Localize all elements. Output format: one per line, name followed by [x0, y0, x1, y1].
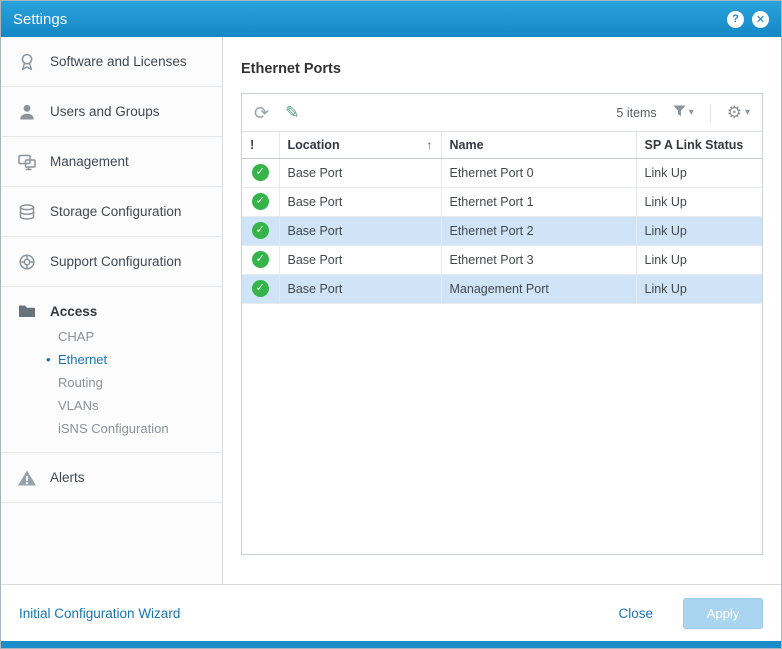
status-ok-icon: ✓: [252, 280, 269, 297]
sort-ascending-icon: ↑: [427, 138, 433, 152]
table-toolbar: ⟳ ✎ 5 items ▾ ⚙ ▾: [242, 94, 762, 132]
sidebar-access-group: Access CHAP • Ethernet Routing VLANs iSN…: [1, 287, 222, 453]
window-bottom-edge: [1, 641, 781, 648]
column-header-status[interactable]: !: [242, 132, 279, 158]
sidebar-item-label: Users and Groups: [50, 104, 160, 119]
column-header-link-status[interactable]: SP A Link Status: [636, 132, 762, 158]
sidebar-item-alerts[interactable]: Alerts: [1, 453, 222, 503]
column-header-label: !: [250, 138, 254, 152]
sidebar-subitem-vlans[interactable]: VLANs: [1, 394, 222, 417]
chevron-down-icon: ▾: [745, 107, 750, 118]
ethernet-ports-table: ! Location ↑ Name: [242, 132, 762, 304]
cell-name: Ethernet Port 2: [441, 216, 636, 245]
monitors-icon: [17, 152, 37, 172]
sidebar-item-label: Software and Licenses: [50, 54, 187, 69]
cell-name: Ethernet Port 1: [441, 187, 636, 216]
filter-dropdown[interactable]: ▾: [673, 104, 694, 122]
ethernet-ports-panel: ⟳ ✎ 5 items ▾ ⚙ ▾: [241, 93, 763, 555]
gear-icon: ⚙: [727, 104, 742, 121]
table-row[interactable]: ✓ Base Port Ethernet Port 2 Link Up: [242, 216, 762, 245]
column-header-label: Location: [288, 138, 340, 152]
sidebar-subitem-label: Routing: [58, 375, 103, 390]
sidebar-item-label: Access: [50, 304, 97, 319]
settings-dropdown[interactable]: ⚙ ▾: [727, 104, 750, 121]
table-row[interactable]: ✓ Base Port Ethernet Port 3 Link Up: [242, 245, 762, 274]
filter-icon: [673, 104, 686, 122]
sidebar-item-access[interactable]: Access: [1, 297, 222, 325]
column-header-location[interactable]: Location ↑: [279, 132, 441, 158]
sidebar-item-users-and-groups[interactable]: Users and Groups: [1, 87, 222, 137]
cell-link-status: Link Up: [636, 274, 762, 303]
cell-location: Base Port: [279, 216, 441, 245]
status-ok-icon: ✓: [252, 164, 269, 181]
chevron-down-icon: ▾: [689, 107, 694, 118]
sidebar-item-label: Management: [50, 154, 129, 169]
items-count: 5 items: [616, 106, 656, 120]
sidebar-subitem-chap[interactable]: CHAP: [1, 325, 222, 348]
close-icon[interactable]: ✕: [752, 11, 769, 28]
settings-window: Settings ? ✕ Software and Licenses Users…: [0, 0, 782, 649]
cell-link-status: Link Up: [636, 245, 762, 274]
cell-name: Ethernet Port 3: [441, 245, 636, 274]
sidebar-subitem-label: iSNS Configuration: [58, 421, 169, 436]
cell-name: Management Port: [441, 274, 636, 303]
cell-location: Base Port: [279, 158, 441, 187]
storage-disks-icon: [17, 202, 37, 222]
page-title: Ethernet Ports: [241, 61, 763, 77]
cell-location: Base Port: [279, 274, 441, 303]
footer: Initial Configuration Wizard Close Apply: [1, 584, 781, 641]
alert-triangle-icon: [17, 468, 37, 488]
status-ok-icon: ✓: [252, 251, 269, 268]
sidebar-subitem-label: VLANs: [58, 398, 98, 413]
sidebar-item-management[interactable]: Management: [1, 137, 222, 187]
user-icon: [17, 102, 37, 122]
award-icon: [17, 52, 37, 72]
selected-bullet-icon: •: [46, 348, 51, 371]
edit-icon[interactable]: ✎: [285, 104, 299, 121]
table-row[interactable]: ✓ Base Port Management Port Link Up: [242, 274, 762, 303]
sidebar-subitem-label: CHAP: [58, 329, 94, 344]
table-empty-area: [242, 304, 762, 555]
cell-name: Ethernet Port 0: [441, 158, 636, 187]
sidebar-subitem-ethernet[interactable]: • Ethernet: [1, 348, 222, 371]
initial-configuration-wizard-link[interactable]: Initial Configuration Wizard: [19, 606, 180, 621]
sidebar-subitem-isns-configuration[interactable]: iSNS Configuration: [1, 417, 222, 440]
help-icon[interactable]: ?: [727, 11, 744, 28]
folder-icon: [17, 301, 37, 321]
sidebar-item-support-configuration[interactable]: Support Configuration: [1, 237, 222, 287]
window-title: Settings: [13, 11, 67, 28]
sidebar-item-software-and-licenses[interactable]: Software and Licenses: [1, 37, 222, 87]
status-ok-icon: ✓: [252, 193, 269, 210]
window-body: Software and Licenses Users and Groups M…: [1, 37, 781, 584]
refresh-icon[interactable]: ⟳: [254, 104, 269, 122]
apply-button[interactable]: Apply: [683, 598, 763, 629]
table-row[interactable]: ✓ Base Port Ethernet Port 0 Link Up: [242, 158, 762, 187]
main-panel: Ethernet Ports ⟳ ✎ 5 items ▾ ⚙: [223, 37, 781, 584]
sidebar-item-label: Alerts: [50, 470, 85, 485]
titlebar: Settings ? ✕: [1, 1, 781, 37]
column-header-label: SP A Link Status: [645, 138, 744, 152]
table-row[interactable]: ✓ Base Port Ethernet Port 1 Link Up: [242, 187, 762, 216]
sidebar-item-label: Storage Configuration: [50, 204, 181, 219]
status-ok-icon: ✓: [252, 222, 269, 239]
toolbar-divider: [710, 104, 711, 122]
cell-location: Base Port: [279, 245, 441, 274]
cell-link-status: Link Up: [636, 158, 762, 187]
cell-link-status: Link Up: [636, 216, 762, 245]
support-icon: [17, 252, 37, 272]
sidebar: Software and Licenses Users and Groups M…: [1, 37, 223, 584]
titlebar-icons: ? ✕: [727, 11, 769, 28]
close-button[interactable]: Close: [618, 606, 653, 621]
sidebar-subitem-label: Ethernet: [58, 352, 107, 367]
cell-location: Base Port: [279, 187, 441, 216]
sidebar-item-storage-configuration[interactable]: Storage Configuration: [1, 187, 222, 237]
sidebar-subitem-routing[interactable]: Routing: [1, 371, 222, 394]
sidebar-item-label: Support Configuration: [50, 254, 181, 269]
table-header-row: ! Location ↑ Name: [242, 132, 762, 158]
column-header-name[interactable]: Name: [441, 132, 636, 158]
cell-link-status: Link Up: [636, 187, 762, 216]
column-header-label: Name: [450, 138, 484, 152]
